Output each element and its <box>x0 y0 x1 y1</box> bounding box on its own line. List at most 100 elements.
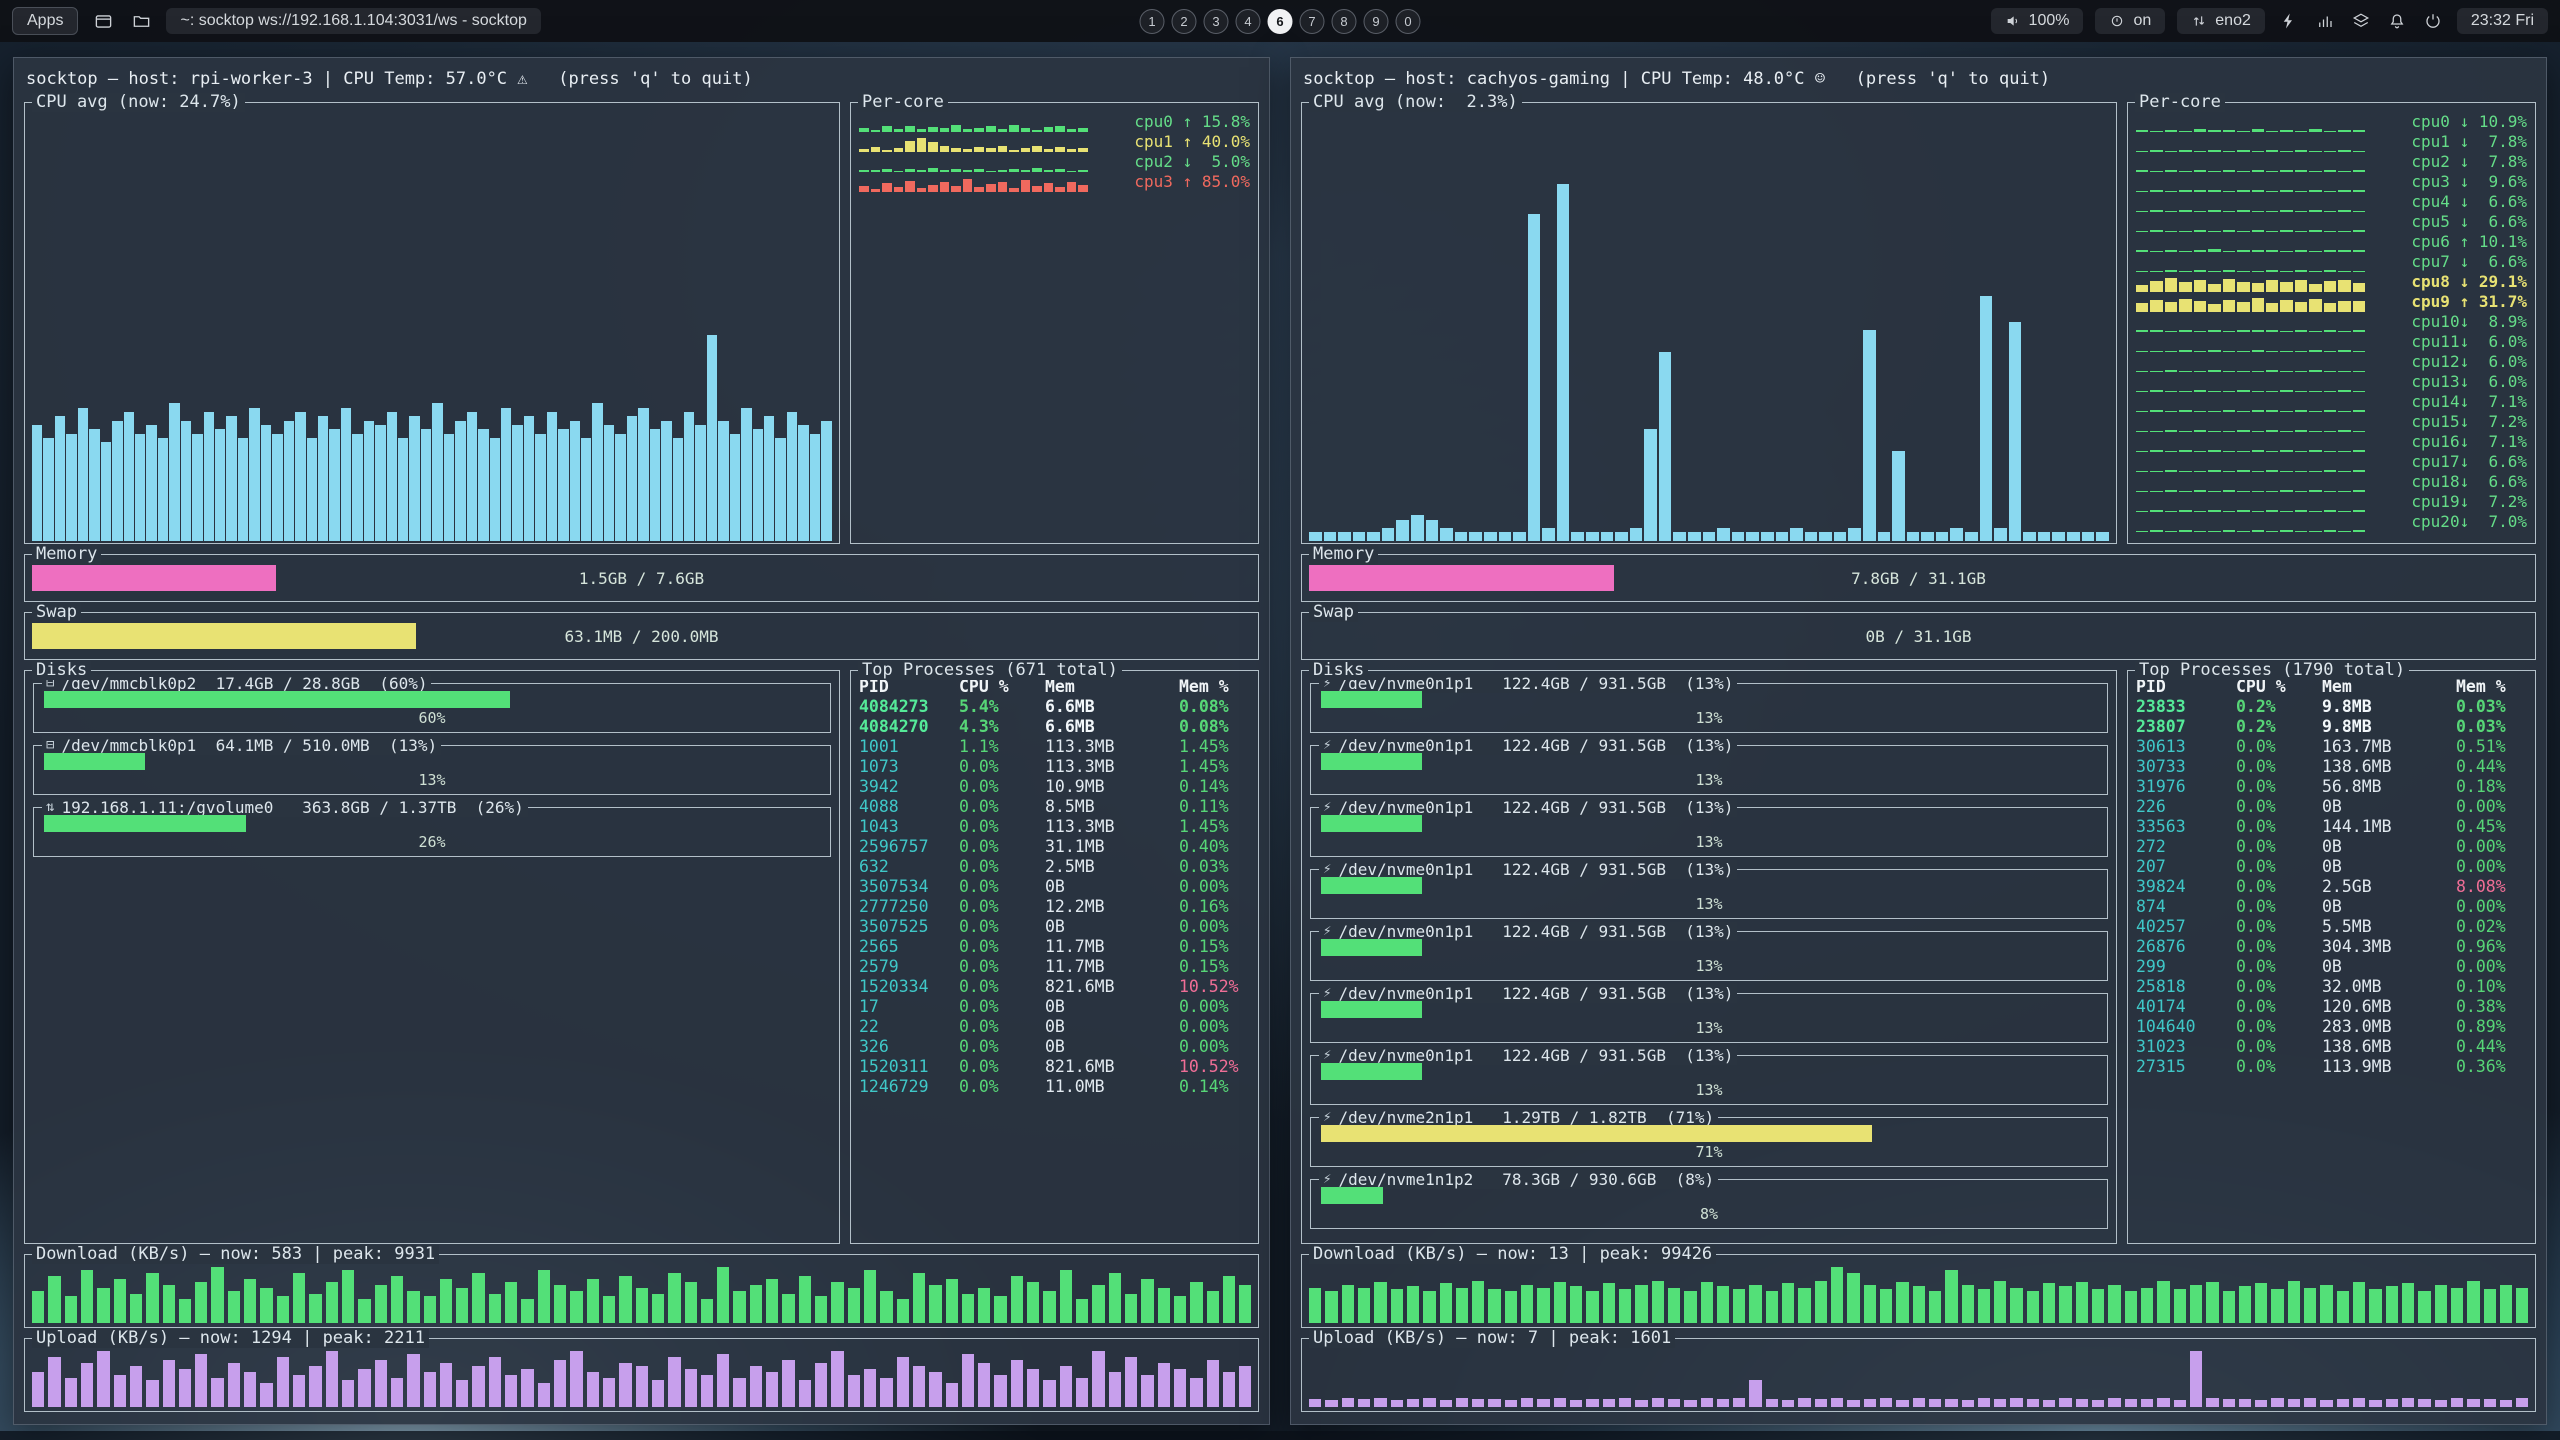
power-icon[interactable] <box>2421 9 2445 33</box>
cpu-avg-panel: CPU avg (now: 2.3%) <box>1301 102 2117 544</box>
chart-bar <box>512 425 522 541</box>
chart-bar <box>1684 1291 1696 1323</box>
workspace-1[interactable]: 1 <box>1140 9 1165 34</box>
terminal-window-cachyos-gaming[interactable]: socktop — host: cachyos-gaming | CPU Tem… <box>1290 57 2547 1425</box>
chart-bar <box>2092 1400 2104 1407</box>
process-cell: 0.00% <box>1179 1037 1252 1057</box>
chart-bar <box>558 429 568 541</box>
chart-bar <box>695 425 705 541</box>
chart-bar <box>1469 532 1482 541</box>
chart-bar <box>1913 1286 1925 1323</box>
volume-indicator[interactable]: 100% <box>1991 8 2084 34</box>
chart-bar <box>1586 1291 1598 1323</box>
chart-bar <box>521 1369 533 1407</box>
process-cell: 10.52% <box>1179 977 1252 997</box>
column-header: CPU % <box>2236 677 2322 697</box>
chart-bar <box>1367 532 1380 541</box>
disk-usage-track <box>44 691 820 708</box>
chart-bar <box>913 1273 925 1323</box>
disk-usage-bar <box>1321 1125 1872 1142</box>
panel-title: Disks <box>1309 661 1368 680</box>
core-label: cpu2 ↓ 7.8% <box>2375 152 2527 172</box>
disk-box: ⊟/dev/mmcblk0p2 17.4GB / 28.8GB (60%)60% <box>33 683 831 733</box>
workspace-4[interactable]: 4 <box>1236 9 1261 34</box>
memory-panel: Memory 1.5GB / 7.6GB <box>24 554 1259 602</box>
window-icon[interactable] <box>90 8 116 34</box>
chart-bar <box>2467 1399 2479 1407</box>
workspace-2[interactable]: 2 <box>1172 9 1197 34</box>
process-cell: 0.0% <box>2236 997 2322 1017</box>
process-cell: 226 <box>2136 797 2236 817</box>
chart-bar <box>764 416 774 541</box>
chart-bar <box>1338 532 1351 541</box>
chart-bar <box>994 1296 1006 1323</box>
chart-bar <box>627 416 637 541</box>
workspace-0[interactable]: 0 <box>1396 9 1421 34</box>
chart-bar <box>1805 532 1818 541</box>
workspace-7[interactable]: 7 <box>1300 9 1325 34</box>
process-cell: 23807 <box>2136 717 2236 737</box>
files-icon[interactable] <box>128 8 154 34</box>
workspace-3[interactable]: 3 <box>1204 9 1229 34</box>
disk-usage-track <box>44 753 820 770</box>
spark-bar <box>2194 301 2206 312</box>
workspace-9[interactable]: 9 <box>1364 9 1389 34</box>
chart-bar <box>1554 1398 1566 1407</box>
download-panel: Download (KB/s) — now: 583 | peak: 9931 <box>24 1254 1259 1328</box>
chart-bar <box>1994 528 2007 541</box>
process-cell: 1.45% <box>1179 817 1252 837</box>
process-cell: 10.52% <box>1179 1057 1252 1077</box>
core-sparkline <box>859 156 1088 172</box>
process-cell: 1001 <box>859 737 959 757</box>
process-cell: 0B <box>1045 917 1179 937</box>
process-row: 8740.0%0B0.00% <box>2136 897 2529 917</box>
process-cell: 11.0MB <box>1045 1077 1179 1097</box>
apps-button[interactable]: Apps <box>12 7 78 35</box>
process-cell: 0.0% <box>959 977 1045 997</box>
download-panel: Download (KB/s) — now: 13 | peak: 99426 <box>1301 1254 2536 1328</box>
chart-bar <box>1847 1273 1859 1323</box>
chart-bar <box>2500 1285 2512 1323</box>
layers-icon[interactable] <box>2349 9 2373 33</box>
process-cell: 138.6MB <box>2322 757 2456 777</box>
chart-bar <box>1766 1291 1778 1323</box>
process-cell: 0.11% <box>1179 797 1252 817</box>
chart-bar <box>2288 1399 2300 1407</box>
chart-bar <box>215 429 225 541</box>
chart-bar <box>55 416 65 541</box>
spark-bar <box>917 188 927 192</box>
chart-bar <box>913 1366 925 1407</box>
chart-bar <box>211 1267 223 1323</box>
chart-bar <box>489 1357 501 1407</box>
chart-bar <box>1125 1294 1137 1324</box>
process-row: 268760.0%304.3MB0.96% <box>2136 937 2529 957</box>
network-indicator[interactable]: eno2 <box>2177 8 2265 34</box>
spark-bar <box>1044 183 1054 192</box>
bolt-icon[interactable] <box>2277 9 2301 33</box>
disk-usage-percent: 13% <box>34 771 830 789</box>
chart-bar <box>1635 1285 1647 1323</box>
workspace-8[interactable]: 8 <box>1332 9 1357 34</box>
clock[interactable]: 23:32 Fri <box>2457 8 2548 34</box>
chart-bar <box>48 1276 60 1323</box>
bell-icon[interactable] <box>2385 9 2409 33</box>
disk-usage-percent: 13% <box>1311 895 2107 913</box>
chart-bar <box>2337 1291 2349 1323</box>
swap-panel: Swap 63.1MB / 200.0MB <box>24 612 1259 660</box>
process-cell: 3507534 <box>859 877 959 897</box>
terminal-window-rpi-worker-3[interactable]: socktop — host: rpi-worker-3 | CPU Temp:… <box>13 57 1270 1425</box>
chart-bar <box>1880 1398 1892 1407</box>
chart-bar <box>717 1354 729 1407</box>
process-cell: 0.45% <box>2456 817 2529 837</box>
process-cell: 3942 <box>859 777 959 797</box>
window-title-pill[interactable]: ~: socktop ws://192.168.1.104:3031/ws - … <box>166 8 540 34</box>
core-sparkline <box>2136 396 2365 412</box>
core-sparkline <box>2136 196 2365 212</box>
workspace-6[interactable]: 6 <box>1268 9 1293 34</box>
chart-bar <box>2108 1398 2120 1407</box>
chart-bar <box>1586 1399 1598 1407</box>
stats-bars-icon[interactable] <box>2313 9 2337 33</box>
core-sparkline <box>2136 176 2365 192</box>
power-profile-indicator[interactable]: on <box>2095 8 2165 34</box>
spark-bar <box>882 183 892 192</box>
